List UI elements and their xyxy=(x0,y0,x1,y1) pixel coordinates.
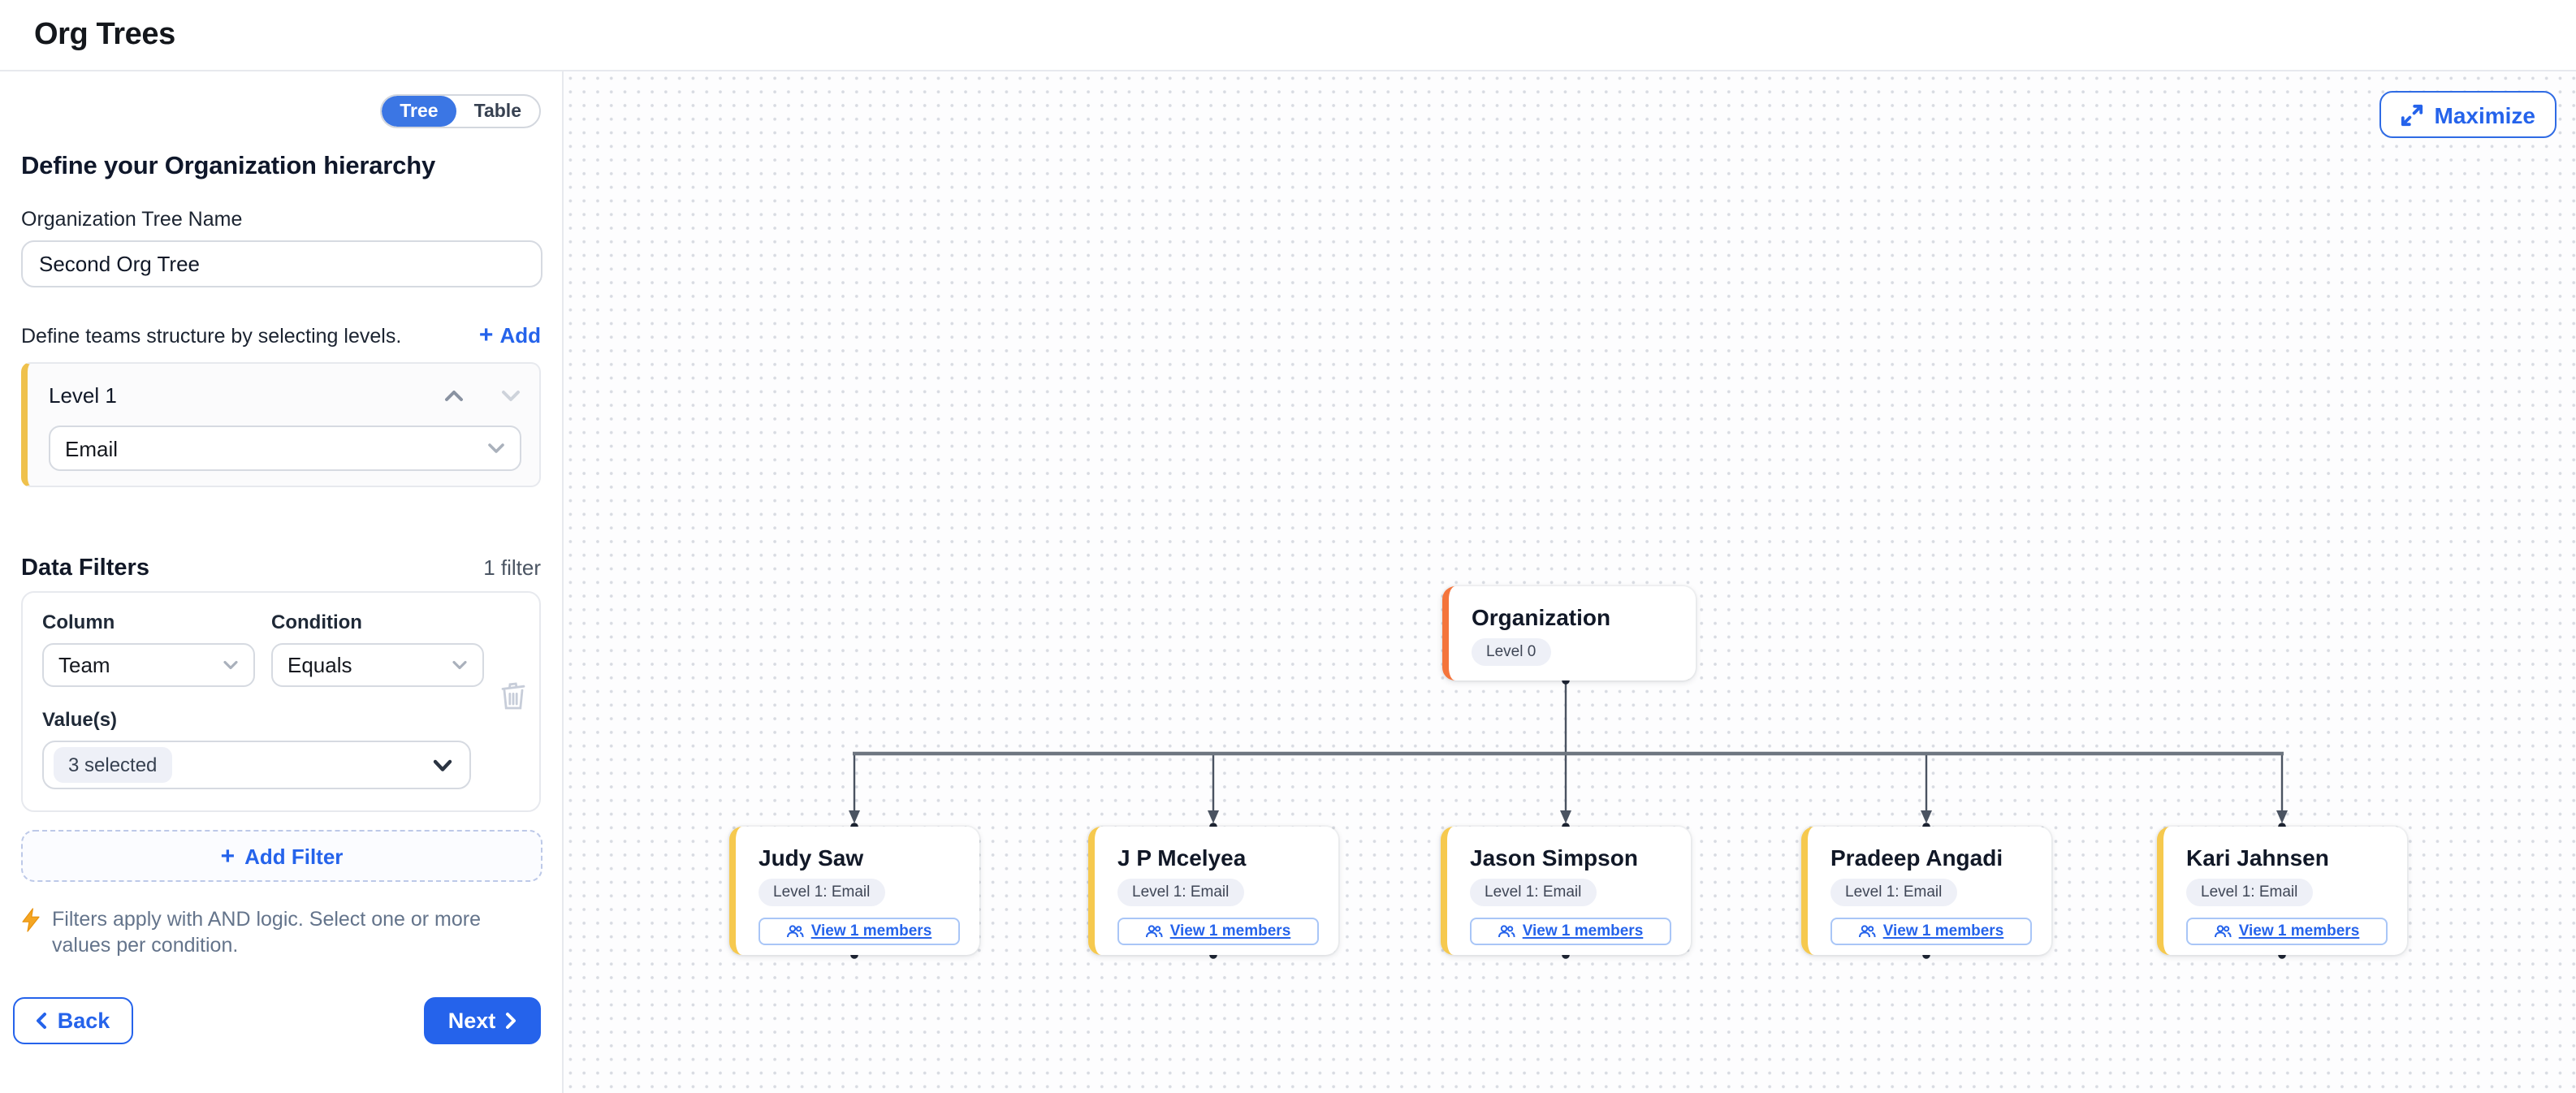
node-level-badge: Level 1: Email xyxy=(2186,879,2312,906)
view-members-label: View 1 members xyxy=(1523,922,1644,940)
filter-count: 1 filter xyxy=(483,555,541,580)
tree-name-label: Organization Tree Name xyxy=(21,208,541,231)
view-members-button[interactable]: View 1 members xyxy=(759,918,960,945)
hierarchy-heading: Define your Organization hierarchy xyxy=(21,153,541,182)
maximize-label: Maximize xyxy=(2435,102,2536,127)
node-title: Jason Simpson xyxy=(1470,845,1671,871)
maximize-button[interactable]: Maximize xyxy=(2379,91,2557,138)
members-icon xyxy=(1498,924,1516,939)
node-title: Organization xyxy=(1472,604,1676,630)
expand-icon xyxy=(2401,103,2423,126)
column-value: Team xyxy=(58,653,110,677)
toggle-tree-button[interactable]: Tree xyxy=(382,96,456,127)
view-members-button[interactable]: View 1 members xyxy=(1117,918,1319,945)
level-field-select[interactable]: Email xyxy=(49,426,521,471)
add-level-label: Add xyxy=(499,323,541,348)
filters-note: Filters apply with AND logic. Select one… xyxy=(21,906,528,958)
members-icon xyxy=(1146,924,1164,939)
node-level-badge: Level 1: Email xyxy=(1117,879,1243,906)
toggle-table-button[interactable]: Table xyxy=(456,96,539,127)
child-node[interactable]: Judy Saw Level 1: Email View 1 members xyxy=(729,827,979,955)
filters-note-text: Filters apply with AND logic. Select one… xyxy=(52,906,528,958)
condition-label: Condition xyxy=(271,611,484,633)
view-members-label: View 1 members xyxy=(2239,922,2360,940)
delete-filter-button[interactable] xyxy=(499,682,528,715)
view-members-button[interactable]: View 1 members xyxy=(1830,918,2032,945)
selected-count-chip: 3 selected xyxy=(54,747,171,783)
plus-icon: + xyxy=(221,844,236,868)
move-level-down-button[interactable] xyxy=(500,388,521,403)
node-level-badge: Level 1: Email xyxy=(1830,879,1956,906)
node-level-badge: Level 1: Email xyxy=(1470,879,1596,906)
view-members-label: View 1 members xyxy=(1170,922,1291,940)
data-filters-title: Data Filters xyxy=(21,555,149,581)
child-node[interactable]: Jason Simpson Level 1: Email View 1 memb… xyxy=(1441,827,1691,955)
config-sidebar: Tree Table Define your Organization hier… xyxy=(0,71,564,1093)
view-members-button[interactable]: View 1 members xyxy=(1470,918,1671,945)
page-title: Org Trees xyxy=(34,17,175,53)
chevron-left-icon xyxy=(37,1012,48,1030)
next-button[interactable]: Next xyxy=(424,997,541,1044)
child-node[interactable]: J P Mcelyea Level 1: Email View 1 member… xyxy=(1088,827,1338,955)
values-multiselect[interactable]: 3 selected xyxy=(42,741,471,789)
node-title: Judy Saw xyxy=(759,845,960,871)
condition-select[interactable]: Equals xyxy=(271,643,484,687)
tree-name-input[interactable] xyxy=(21,240,542,287)
child-node[interactable]: Kari Jahnsen Level 1: Email View 1 membe… xyxy=(2157,827,2407,955)
root-node[interactable]: Organization Level 0 xyxy=(1442,586,1696,680)
level-field-value: Email xyxy=(65,436,118,460)
add-filter-button[interactable]: + Add Filter xyxy=(21,830,542,882)
next-label: Next xyxy=(448,1009,496,1033)
node-title: J P Mcelyea xyxy=(1117,845,1319,871)
chevron-down-icon xyxy=(487,442,505,455)
members-icon xyxy=(787,924,805,939)
members-icon xyxy=(2215,924,2232,939)
chevron-right-icon xyxy=(505,1012,516,1030)
chevron-down-icon xyxy=(452,659,468,671)
values-label: Value(s) xyxy=(42,708,520,731)
child-node[interactable]: Pradeep Angadi Level 1: Email View 1 mem… xyxy=(1801,827,2051,955)
trash-icon xyxy=(500,682,526,711)
add-filter-label: Add Filter xyxy=(244,844,343,868)
lightning-icon xyxy=(21,908,41,932)
node-title: Kari Jahnsen xyxy=(2186,845,2388,871)
view-members-label: View 1 members xyxy=(811,922,932,940)
move-level-up-button[interactable] xyxy=(443,388,465,403)
view-members-button[interactable]: View 1 members xyxy=(2186,918,2388,945)
node-title: Pradeep Angadi xyxy=(1830,845,2032,871)
org-chart-canvas[interactable]: Maximize xyxy=(564,71,2576,1093)
view-members-label: View 1 members xyxy=(1883,922,2004,940)
add-level-button[interactable]: + Add xyxy=(479,323,541,348)
chevron-down-icon xyxy=(432,758,453,772)
column-label: Column xyxy=(42,611,255,633)
plus-icon: + xyxy=(479,323,494,348)
back-button[interactable]: Back xyxy=(13,997,133,1044)
condition-value: Equals xyxy=(287,653,352,677)
node-level-badge: Level 1: Email xyxy=(759,879,884,906)
level-label: Level 1 xyxy=(49,383,117,408)
column-select[interactable]: Team xyxy=(42,643,255,687)
filter-card: Column Team Condition Equals xyxy=(21,591,541,812)
chevron-down-icon xyxy=(223,659,239,671)
view-toggle: Tree Table xyxy=(21,94,541,128)
node-level-badge: Level 0 xyxy=(1472,638,1550,666)
levels-description: Define teams structure by selecting leve… xyxy=(21,324,401,347)
members-icon xyxy=(1859,924,1877,939)
level-card: Level 1 Email xyxy=(21,362,541,487)
tree-table-toggle: Tree Table xyxy=(380,94,541,128)
page-header: Org Trees xyxy=(0,0,2576,71)
back-label: Back xyxy=(58,1009,110,1033)
